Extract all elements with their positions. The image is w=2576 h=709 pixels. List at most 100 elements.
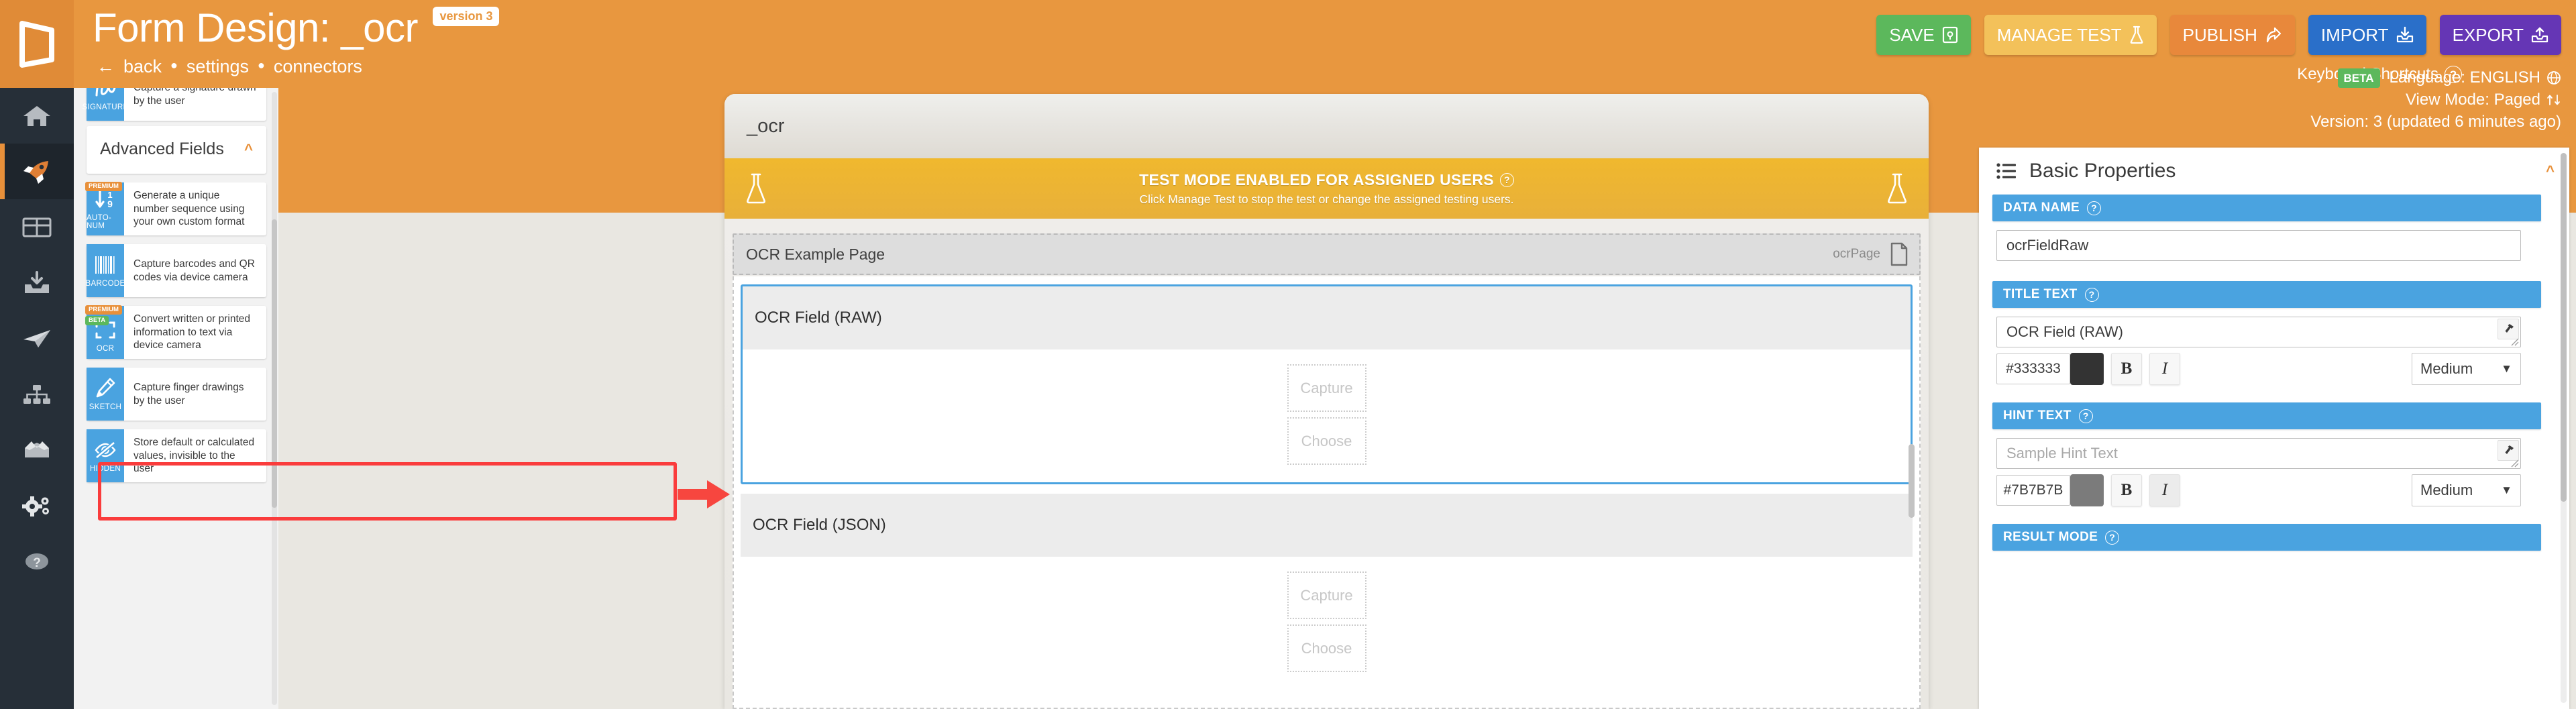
field-card-barcode[interactable]: BARCODE Capture barcodes and QR codes vi… [86,244,266,297]
question-circle-icon: ? [25,553,48,570]
hint-color-swatch[interactable] [2070,474,2104,506]
form-fields-list[interactable]: OCR Field (RAW) Capture Choose OCR Field… [733,276,1921,709]
app-logo[interactable] [0,0,74,88]
title-text-format-row: B I Medium ▼ [1996,353,2521,385]
page-header-right: ocrPage [1833,242,1909,266]
hint-size-select[interactable]: Medium ▼ [2412,474,2521,506]
form-fields-scrollbar[interactable] [1909,444,1915,518]
capture-button[interactable]: Capture [1287,364,1366,412]
language-row[interactable]: BETA Language: ENGLISH [2310,67,2561,89]
field-description: Convert written or printed information t… [133,313,251,351]
hint-bold-button[interactable]: B [2111,474,2142,506]
form-field-body: Capture Choose [741,557,1913,690]
question-circle-icon[interactable]: ? [2078,408,2093,423]
manage-test-button[interactable]: MANAGE TEST [1984,15,2157,55]
properties-panel: Basic Properties ^ DATA NAME ? TITLE TEX… [1979,148,2569,709]
nav-item-home[interactable] [0,88,74,144]
field-card-hidden[interactable]: HIDDEN Store default or calculated value… [87,429,266,482]
hint-text-input[interactable] [1996,438,2521,469]
form-field-ocr-json[interactable]: OCR Field (JSON) Capture Choose [741,494,1913,690]
field-description: Capture barcodes and QR codes via device… [133,258,255,283]
page-header-block[interactable]: OCR Example Page ocrPage [733,233,1921,275]
view-mode-label: View Mode: Paged [2405,90,2540,109]
question-circle-icon[interactable]: ? [2105,530,2120,545]
import-button[interactable]: IMPORT [2308,15,2426,55]
list-icon [1996,163,2016,179]
nav-item-launch[interactable] [0,144,74,199]
nav-item-settings[interactable] [0,478,74,533]
title-text-input[interactable] [1996,317,2521,347]
nav-item-data[interactable] [0,199,74,255]
title-color-hex-input[interactable] [1996,353,2070,384]
hint-italic-button[interactable]: I [2149,474,2180,506]
title-italic-button[interactable]: I [2149,353,2180,385]
form-field-body: Capture Choose [743,349,1911,482]
question-circle-icon[interactable]: ? [2087,201,2102,215]
view-mode-row[interactable]: View Mode: Paged [2310,89,2561,111]
home-icon [23,105,50,126]
hammer-icon[interactable] [2498,319,2519,339]
data-name-input[interactable] [1996,230,2521,261]
field-card-signature[interactable]: SIGNATURE Capture a signature drawn by t… [83,88,266,121]
nav-item-send[interactable] [0,311,74,366]
preview-form-name: _ocr [747,115,785,137]
version-info-row: Version: 3 (updated 6 minutes ago) [2310,111,2561,133]
inbox-download-icon [25,270,49,293]
section-band-hint-text: HINT TEXT ? [1992,402,2541,429]
publish-label: PUBLISH [2182,24,2257,45]
scrollbar-thumb[interactable] [272,219,277,508]
import-label: IMPORT [2320,24,2389,45]
book-logo-icon [19,20,54,68]
chevron-up-icon[interactable]: ^ [2546,164,2555,178]
section-band-title-text: TITLE TEXT ? [1992,281,2541,308]
title-size-select[interactable]: Medium ▼ [2412,353,2521,385]
signature-icon [93,88,117,102]
pencil-icon [95,375,116,402]
form-field-title: OCR Field (RAW) [743,286,1911,349]
field-card-sketch[interactable]: SKETCH Capture finger drawings by the us… [87,368,266,421]
hint-size-value: Medium [2420,482,2473,498]
scrollbar-thumb[interactable] [2561,153,2567,502]
breadcrumb-back[interactable]: back [123,56,162,77]
hint-color-hex-input[interactable] [1996,475,2070,506]
nav-item-inbox[interactable] [0,255,74,311]
test-mode-banner: TEST MODE ENABLED FOR ASSIGNED USERS ? C… [724,158,1929,219]
choose-button[interactable]: Choose [1287,417,1366,465]
question-circle-icon[interactable]: ? [2084,287,2099,302]
choose-button[interactable]: Choose [1287,624,1366,672]
globe-icon [2547,71,2561,85]
beta-chip: BETA [85,316,109,326]
device-preview: _ocr TEST MODE ENABLED FOR ASSIGNED USER… [724,94,1929,709]
hammer-icon[interactable] [2498,440,2519,461]
title-color-swatch[interactable] [2070,353,2104,385]
swap-arrows-icon [2547,95,2560,106]
publish-button[interactable]: PUBLISH [2169,15,2295,55]
table-icon [22,217,52,237]
question-circle-icon[interactable]: ? [1499,172,1514,187]
title-bold-button[interactable]: B [2111,353,2142,385]
section-body-hint-text: B I Medium ▼ [1979,429,2569,524]
nav-item-workflow[interactable] [0,366,74,422]
gears-icon [22,496,49,516]
field-icon-label: SIGNATURE [82,103,129,111]
form-field-ocr-raw[interactable]: OCR Field (RAW) Capture Choose [741,284,1913,484]
export-button[interactable]: EXPORT [2439,15,2561,55]
flask-icon [2130,25,2143,44]
chevron-down-icon: ▼ [2501,362,2512,375]
breadcrumb-settings[interactable]: settings [186,56,249,77]
share-arrow-icon [2266,27,2282,43]
field-icon-tile: PREMIUM BETA OCR [85,305,124,359]
properties-scrollbar[interactable] [2561,153,2567,703]
preview-form-title-bar: _ocr [724,94,1929,158]
breadcrumb-connectors[interactable]: connectors [274,56,362,77]
field-card-ocr[interactable]: PREMIUM BETA OCR Convert written or prin… [85,305,266,359]
hint-text-input-wrap [1996,438,2521,469]
section-band-result-mode: RESULT MODE ? [1992,524,2541,551]
page-title: Form Design: _ocr [93,5,418,50]
open-box-icon [25,441,49,457]
properties-panel-header[interactable]: Basic Properties ^ [1979,148,2569,195]
capture-button[interactable]: Capture [1287,571,1366,619]
inbox-download-icon [2396,26,2413,43]
nav-item-packages[interactable] [0,422,74,478]
nav-item-help[interactable]: ? [0,533,74,589]
